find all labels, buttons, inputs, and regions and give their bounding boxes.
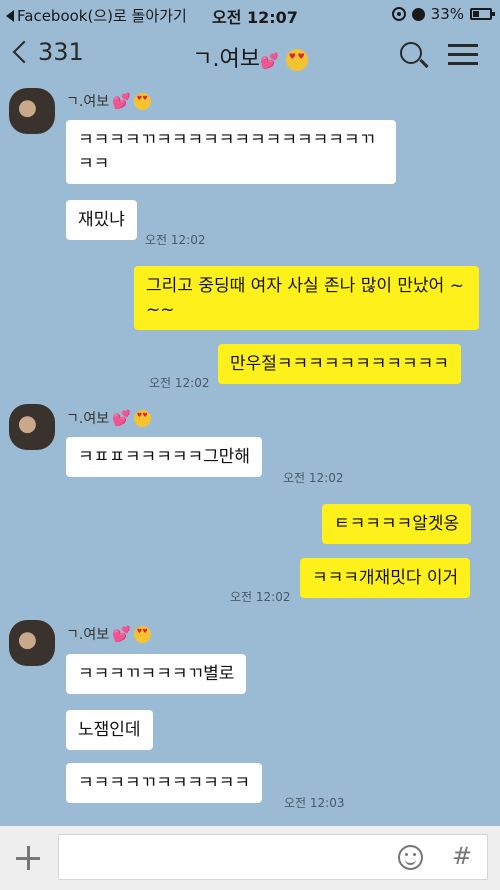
heart-emoji-icon: 💕 xyxy=(112,625,131,643)
message-bubble-incoming[interactable]: ㅋㅋㅋㅋㄲㅋㅋㅋㅋㅋㅋㅋㅋㅋㅋㅋㅋㅋㄲㅋㅋ xyxy=(66,120,396,184)
plus-icon[interactable] xyxy=(16,846,40,870)
message-time: 오전 12:03 xyxy=(284,796,345,810)
chat-title: ㄱ.여보💕 xyxy=(0,41,500,73)
heart-emoji-icon: 💕 xyxy=(112,92,131,110)
heart-eyes-emoji-icon xyxy=(133,409,151,427)
message-bubble-outgoing[interactable]: 만우절ㅋㅋㅋㅋㅋㅋㅋㅋㅋㅋㅋ xyxy=(218,344,461,384)
sender-name: ㄱ.여보 💕 xyxy=(66,91,151,111)
message-bubble-outgoing[interactable]: ㅋㅋㅋ개재밋다 이거 xyxy=(300,558,471,598)
message-time: 오전 12:02 xyxy=(145,233,206,247)
heart-eyes-emoji-icon xyxy=(133,625,151,643)
avatar[interactable] xyxy=(9,88,55,134)
heart-eyes-emoji-icon xyxy=(285,49,308,71)
message-bubble-incoming[interactable]: 노잼인데 xyxy=(66,710,153,750)
sender-name-text: ㄱ.여보 xyxy=(66,627,110,643)
message-input-bar: # xyxy=(0,826,500,890)
sender-name-text: ㄱ.여보 xyxy=(66,94,110,110)
message-bubble-incoming[interactable]: ㅋㅍㅍㅋㅋㅋㅋㅋ그만해 xyxy=(66,437,263,477)
search-icon[interactable] xyxy=(400,42,422,64)
message-input[interactable] xyxy=(58,834,488,880)
message-bubble-outgoing[interactable]: 그리고 중딩때 여자 사실 존나 많이 만났어 ~~~ xyxy=(134,266,479,330)
chat-title-text: ㄱ.여보 xyxy=(192,47,261,72)
sender-name-text: ㄱ.여보 xyxy=(66,411,110,427)
status-icons: 33% xyxy=(391,5,495,23)
sender-name: ㄱ.여보 💕 xyxy=(66,408,151,428)
message-bubble-outgoing[interactable]: ㅌㅋㅋㅋㅋ알겟옹 xyxy=(322,504,472,544)
message-time: 오전 12:02 xyxy=(149,376,210,390)
battery-percent: 33% xyxy=(430,5,464,23)
heart-emoji-icon: 💕 xyxy=(260,52,279,70)
rotation-lock-icon xyxy=(391,7,406,21)
status-bar: Facebook(으)로 돌아가기 오전 12:07 33% xyxy=(0,0,500,28)
message-time: 오전 12:02 xyxy=(230,590,291,604)
alarm-icon xyxy=(411,7,425,21)
sender-name: ㄱ.여보 💕 xyxy=(66,624,151,644)
avatar[interactable] xyxy=(9,404,55,450)
menu-icon[interactable] xyxy=(448,44,478,66)
chat-header: 331 ㄱ.여보💕 xyxy=(0,28,500,82)
battery-icon xyxy=(470,8,495,20)
message-bubble-incoming[interactable]: 재밌냐 xyxy=(66,200,137,240)
status-time: 오전 12:07 xyxy=(212,8,298,27)
heart-emoji-icon: 💕 xyxy=(112,409,131,427)
back-to-facebook-link[interactable]: Facebook(으)로 돌아가기 xyxy=(6,5,187,26)
message-bubble-incoming[interactable]: ㅋㅋㅋㄲㅋㅋㅋㄲ별로 xyxy=(66,654,247,694)
heart-eyes-emoji-icon xyxy=(133,92,151,110)
emoticon-icon[interactable] xyxy=(398,845,423,870)
back-triangle-icon xyxy=(6,9,14,22)
message-bubble-incoming[interactable]: ㅋㅋㅋㅋㄲㅋㅋㅋㅋㅋㅋ xyxy=(66,763,263,803)
avatar[interactable] xyxy=(9,620,55,666)
message-time: 오전 12:02 xyxy=(283,471,344,485)
back-to-app-label: Facebook(으)로 돌아가기 xyxy=(17,7,187,25)
hash-icon[interactable]: # xyxy=(452,842,472,870)
